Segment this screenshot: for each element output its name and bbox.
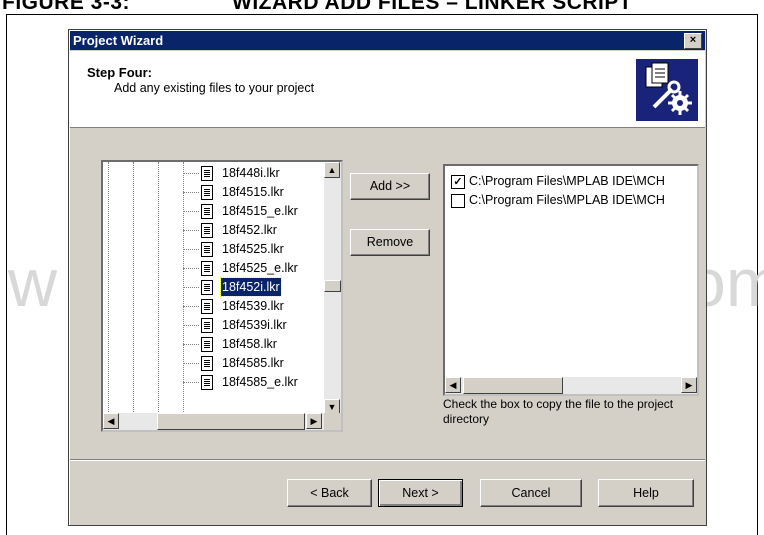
scroll-right-button[interactable]: ▶ bbox=[681, 377, 697, 393]
scroll-up-button[interactable]: ▲ bbox=[324, 162, 340, 178]
tree-file-label: 18f458.lkr bbox=[222, 337, 277, 351]
wizard-tools-icon bbox=[636, 59, 698, 121]
next-button[interactable]: Next > bbox=[378, 479, 463, 507]
tree-file-item[interactable]: 18f452i.lkr bbox=[103, 277, 321, 297]
scroll-thumb[interactable] bbox=[324, 280, 341, 292]
file-icon bbox=[201, 280, 213, 295]
tree-file-item[interactable]: 18f4539.lkr bbox=[103, 297, 321, 315]
scroll-corner bbox=[324, 413, 341, 430]
tree-file-item[interactable]: 18f458.lkr bbox=[103, 335, 321, 353]
scroll-left-button[interactable]: ◀ bbox=[445, 377, 461, 393]
tree-connector bbox=[183, 325, 199, 326]
figure-title: FIGURE 3-3: WIZARD ADD FILES – LINKER SC… bbox=[0, 0, 764, 13]
file-icon bbox=[201, 166, 213, 181]
add-button[interactable]: Add >> bbox=[350, 173, 430, 200]
tree-file-label: 18f4525.lkr bbox=[222, 242, 284, 256]
back-button[interactable]: < Back bbox=[287, 479, 372, 507]
file-icon bbox=[201, 223, 213, 238]
list-horizontal-scrollbar[interactable]: ◀ ▶ bbox=[445, 377, 697, 394]
title-bar[interactable]: Project Wizard × bbox=[70, 31, 705, 50]
tree-file-label: 18f448i.lkr bbox=[222, 166, 280, 180]
tree-file-item[interactable]: 18f4515_e.lkr bbox=[103, 202, 321, 220]
tree-connector bbox=[183, 230, 199, 231]
scroll-left-button[interactable]: ◀ bbox=[103, 413, 119, 429]
step-subtitle: Add any existing files to your project bbox=[114, 81, 315, 95]
copy-hint-text: Check the box to copy the file to the pr… bbox=[443, 397, 674, 426]
file-icon bbox=[201, 261, 213, 276]
wizard-header: Step Four: Add any existing files to you… bbox=[70, 51, 705, 128]
tree-file-label: 18f4525_e.lkr bbox=[222, 261, 298, 275]
project-wizard-dialog: Project Wizard × Step Four: Add any exis… bbox=[68, 29, 707, 526]
cancel-button[interactable]: Cancel bbox=[480, 479, 582, 507]
file-icon bbox=[201, 375, 213, 390]
watermark-left: w bbox=[8, 245, 58, 321]
tree-file-label: 18f4585_e.lkr bbox=[222, 375, 298, 389]
tree-connector bbox=[183, 363, 199, 364]
tree-connector bbox=[183, 344, 199, 345]
file-icon bbox=[201, 356, 213, 371]
tree-file-item[interactable]: 18f452.lkr bbox=[103, 221, 321, 239]
tree-file-label: 18f452i.lkr bbox=[220, 277, 282, 297]
project-file-list[interactable]: ✓ C:\Program Files\MPLAB IDE\MCH C:\Progra… bbox=[443, 164, 699, 396]
footer-separator bbox=[70, 459, 705, 461]
file-icon bbox=[201, 299, 213, 314]
tree-file-label: 18f4515.lkr bbox=[222, 185, 284, 199]
tree-file-label: 18f4539i.lkr bbox=[222, 318, 287, 332]
file-icon bbox=[201, 185, 213, 200]
tree-connector bbox=[183, 382, 199, 383]
tree-vertical-scrollbar[interactable]: ▲ ▼ bbox=[324, 162, 341, 415]
tree-file-item[interactable]: 18f4585.lkr bbox=[103, 354, 321, 372]
file-icon bbox=[201, 337, 213, 352]
figure-number: FIGURE 3-3: bbox=[2, 0, 131, 13]
tree-connector bbox=[183, 192, 199, 193]
tree-file-item[interactable]: 18f448i.lkr bbox=[103, 164, 321, 182]
scroll-thumb[interactable] bbox=[463, 377, 563, 394]
tree-connector bbox=[183, 173, 199, 174]
scroll-right-button[interactable]: ▶ bbox=[306, 413, 322, 429]
help-button[interactable]: Help bbox=[598, 479, 694, 507]
project-file-path: C:\Program Files\MPLAB IDE\MCH bbox=[469, 193, 665, 207]
scroll-thumb[interactable] bbox=[157, 413, 305, 430]
figure-caption: WIZARD ADD FILES – LINKER SCRIPT bbox=[232, 0, 633, 13]
tree-file-label: 18f4539.lkr bbox=[222, 299, 284, 313]
tree-file-label: 18f452.lkr bbox=[222, 223, 277, 237]
window-title: Project Wizard bbox=[73, 33, 164, 48]
file-tree[interactable]: 18f448i.lkr 18f4515.lkr 18f4515_e.lkr 18f45… bbox=[101, 160, 343, 432]
remove-button[interactable]: Remove bbox=[350, 229, 430, 256]
close-button[interactable]: × bbox=[684, 33, 702, 49]
tree-connector bbox=[183, 249, 199, 250]
copy-checkbox[interactable] bbox=[451, 194, 465, 208]
tree-file-item[interactable]: 18f4525.lkr bbox=[103, 240, 321, 258]
project-file-path: C:\Program Files\MPLAB IDE\MCH bbox=[469, 174, 665, 188]
file-icon bbox=[201, 318, 213, 333]
copy-checkbox[interactable]: ✓ bbox=[451, 175, 465, 189]
tree-connector bbox=[183, 268, 199, 269]
tree-file-label: 18f4515_e.lkr bbox=[222, 204, 298, 218]
tree-file-item[interactable]: 18f4525_e.lkr bbox=[103, 259, 321, 277]
tree-file-item[interactable]: 18f4585_e.lkr bbox=[103, 373, 321, 391]
tree-horizontal-scrollbar[interactable]: ◀ ▶ bbox=[103, 413, 324, 430]
file-icon bbox=[201, 242, 213, 257]
tree-file-item[interactable]: 18f4539i.lkr bbox=[103, 316, 321, 334]
step-title: Step Four: bbox=[87, 65, 152, 80]
tree-connector bbox=[183, 306, 199, 307]
tree-file-item[interactable]: 18f4515.lkr bbox=[103, 183, 321, 201]
tree-file-label: 18f4585.lkr bbox=[222, 356, 284, 370]
file-icon bbox=[201, 204, 213, 219]
tree-connector bbox=[183, 211, 199, 212]
tree-connector bbox=[183, 287, 199, 288]
